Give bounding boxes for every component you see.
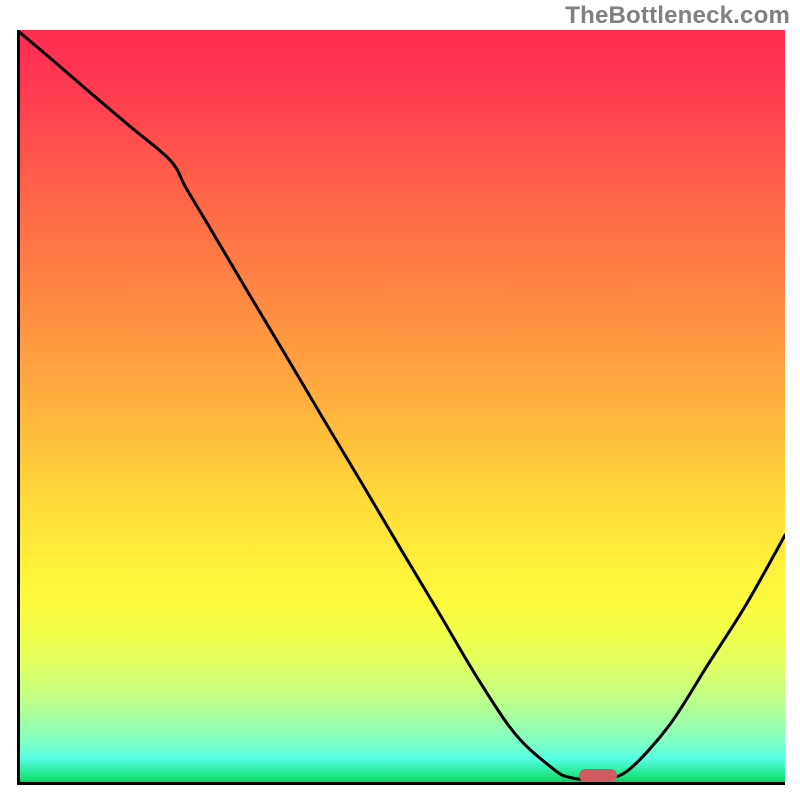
optimal-marker bbox=[579, 769, 617, 782]
plot-area bbox=[17, 30, 785, 785]
gradient-background bbox=[17, 30, 785, 785]
chart-container: TheBottleneck.com bbox=[0, 0, 800, 800]
watermark-text: TheBottleneck.com bbox=[565, 2, 790, 30]
